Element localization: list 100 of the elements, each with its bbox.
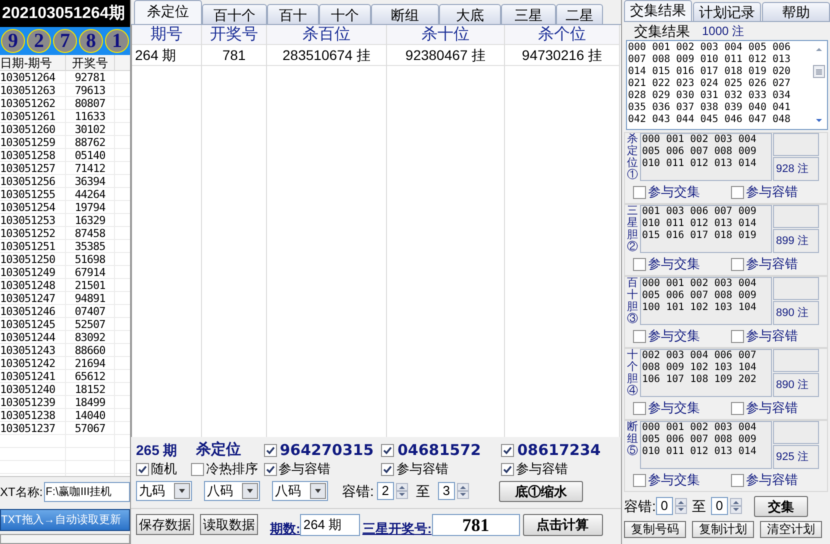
checkbox[interactable] [381, 462, 394, 476]
checkbox[interactable] [633, 330, 646, 342]
table-cell: 103051242 [0, 357, 66, 369]
table-cell: 94891 [66, 292, 115, 304]
checkbox[interactable] [731, 186, 744, 198]
table-cell: 88762 [66, 136, 115, 148]
checkbox[interactable] [501, 462, 514, 476]
table-cell: 103051238 [0, 409, 66, 421]
draw-number-field[interactable]: 781 [432, 514, 520, 536]
table-cell: 92781 [66, 71, 115, 83]
column-header: 开奖号 [202, 25, 266, 45]
tab[interactable]: 二星 [556, 4, 603, 24]
intersect-button[interactable]: 交集 [754, 496, 808, 516]
spinner-arrows-icon[interactable] [396, 483, 408, 499]
action-button[interactable]: 清空计划 [760, 521, 822, 538]
count-box: 899 注 [773, 229, 819, 253]
table-cell: 103051241 [0, 370, 66, 382]
table-cell: 07407 [66, 305, 115, 317]
table-cell: 88660 [66, 344, 115, 356]
checkbox-label: 参与容错 [278, 462, 331, 476]
action-button[interactable]: 复制号码 [624, 521, 686, 538]
number-field[interactable]: 2 [376, 482, 394, 500]
table-cell: 80807 [66, 97, 115, 109]
tab[interactable]: 百十 [267, 4, 319, 24]
periods-field[interactable]: 264 期 [300, 514, 360, 536]
table-cell: 283510674 挂 [267, 45, 386, 66]
checkbox-label: 参与交集 [648, 401, 700, 415]
kill-number: 04681572 [397, 440, 481, 461]
group-title: 杀定位① [627, 133, 639, 183]
tab[interactable]: 三星 [501, 4, 556, 24]
table-cell: 103051263 [0, 84, 66, 96]
checkbox[interactable] [501, 444, 514, 456]
count-box: 890 注 [773, 301, 819, 325]
table-cell: 18152 [66, 383, 115, 395]
checkbox[interactable] [633, 258, 646, 270]
tab[interactable]: 杀定位 [134, 0, 202, 24]
number-line: 000 001 002 003 004 [642, 422, 758, 434]
table-cell: 103051240 [0, 383, 66, 395]
spinner-arrows-icon[interactable] [730, 498, 742, 514]
table-cell: 103051251 [0, 240, 66, 252]
table-cell: 103051261 [0, 110, 66, 122]
checkbox-label: 参与容错 [746, 329, 798, 343]
checkbox[interactable] [633, 402, 646, 414]
number-field[interactable]: 0 [656, 497, 673, 515]
spinner-arrows-icon[interactable] [456, 483, 469, 499]
path-field[interactable]: F:\赢咖III挂机 [44, 482, 130, 502]
number-field[interactable]: 0 [710, 497, 728, 515]
table-cell: 92380467 挂 [387, 45, 504, 66]
number-line: 005 006 007 008 009 [642, 290, 758, 302]
checkbox[interactable] [264, 444, 277, 456]
dropdown[interactable]: 九码 [136, 481, 192, 501]
load-button[interactable]: 读取数据 [200, 514, 258, 535]
calculate-button[interactable]: 点击计算 [522, 514, 603, 536]
save-button[interactable]: 保存数据 [136, 514, 194, 535]
count-box: 928 注 [773, 157, 819, 181]
checkbox[interactable] [731, 474, 744, 486]
checkbox[interactable] [136, 462, 149, 476]
group-title: 断组⑤ [627, 421, 639, 460]
table-cell: 103051246 [0, 305, 66, 317]
table-cell: 83092 [66, 331, 115, 343]
table-cell: 19794 [66, 201, 115, 213]
table-cell: 94730216 挂 [505, 45, 619, 66]
tab[interactable]: 计划记录 [693, 2, 761, 21]
field-label: 期数: [270, 520, 300, 538]
tab[interactable]: 大底 [439, 4, 501, 24]
tab[interactable]: 十个 [319, 4, 371, 24]
checkbox[interactable] [731, 330, 744, 342]
number-field[interactable]: 3 [438, 482, 455, 500]
tab[interactable]: 百十个 [202, 4, 267, 24]
table-cell: 103051244 [0, 331, 66, 343]
checkbox[interactable] [633, 186, 646, 198]
number-line: 005 006 007 008 009 [642, 146, 758, 158]
table-cell: 30102 [66, 123, 115, 135]
table-cell: 103051254 [0, 201, 66, 213]
checkbox-label: 随机 [151, 462, 177, 476]
tab[interactable]: 交集结果 [624, 0, 692, 21]
checkbox[interactable] [731, 402, 744, 414]
table-cell: 57067 [66, 422, 115, 434]
tab[interactable]: 断组 [371, 4, 439, 24]
dropdown[interactable]: 八码 [272, 481, 328, 501]
checkbox[interactable] [190, 462, 204, 476]
kill-number: 964270315 [280, 440, 374, 461]
checkbox[interactable] [633, 474, 646, 486]
table-cell: 05140 [66, 149, 115, 161]
dropdown[interactable]: 八码 [204, 481, 260, 501]
spinner-arrows-icon[interactable] [674, 498, 687, 514]
tab[interactable]: 帮助 [762, 2, 830, 21]
table-cell: 21694 [66, 357, 115, 369]
shrink-button[interactable]: 底①缩水 [498, 480, 583, 502]
checkbox[interactable] [264, 462, 277, 476]
text-field[interactable] [0, 534, 130, 544]
table-cell: 51698 [66, 253, 115, 265]
checkbox[interactable] [731, 258, 744, 270]
dropdown-value: 九码 [139, 482, 165, 500]
checkbox[interactable] [381, 444, 394, 456]
table-cell: 71412 [66, 162, 115, 174]
number-line: 021 022 023 024 025 026 027 [628, 78, 792, 90]
table-cell: 103051253 [0, 214, 66, 226]
action-button[interactable]: 复制计划 [692, 521, 754, 538]
count-box: 925 注 [773, 445, 819, 469]
